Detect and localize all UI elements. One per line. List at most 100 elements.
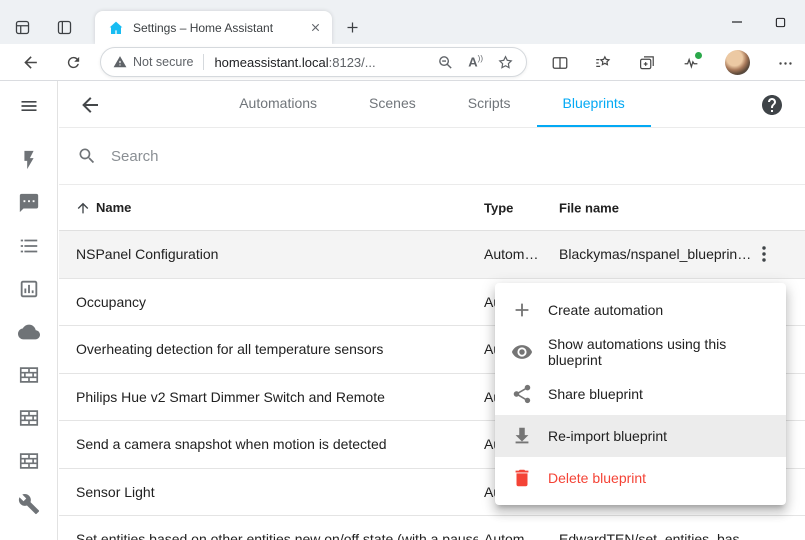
browser-titlebar: Settings – Home Assistant: [0, 0, 805, 44]
ha-back-button[interactable]: [78, 93, 102, 117]
dots-vertical-icon: [753, 243, 777, 265]
sidebar-item-tools[interactable]: [17, 492, 41, 516]
tab-title: Settings – Home Assistant: [133, 21, 306, 35]
menu-item-label: Show automations using this blueprint: [548, 336, 770, 368]
column-header-type[interactable]: Type: [484, 200, 513, 215]
sidebar-item-history[interactable]: [17, 277, 41, 301]
browser-back-button[interactable]: [16, 48, 45, 77]
sidebar-item-cloud[interactable]: [17, 320, 41, 344]
help-button[interactable]: [760, 93, 784, 117]
new-tab-icon: [345, 20, 360, 35]
nav-tabs: Automations Scenes Scripts Blueprints: [213, 81, 651, 127]
tab-scripts[interactable]: Scripts: [442, 81, 537, 127]
site-security-chip[interactable]: Not secure: [113, 55, 193, 69]
wrench-icon: [18, 493, 40, 515]
list-icon: [18, 235, 40, 257]
search-icon: [77, 146, 97, 166]
assist-icon: [18, 192, 40, 214]
row-name: Philips Hue v2 Smart Dimmer Switch and R…: [76, 389, 385, 405]
menu-item-label: Delete blueprint: [548, 470, 646, 486]
tab-label: Scenes: [369, 95, 416, 111]
column-header-file[interactable]: File name: [559, 200, 619, 215]
read-aloud-button[interactable]: A)): [468, 54, 483, 69]
energy-icon: [18, 149, 40, 171]
search-input[interactable]: [111, 148, 805, 165]
column-label: Name: [96, 200, 131, 215]
address-divider: [203, 54, 204, 70]
wall-icon: [18, 364, 40, 386]
tab-actions-button[interactable]: [50, 13, 78, 41]
column-header-name[interactable]: Name: [75, 200, 131, 216]
back-icon: [21, 53, 40, 72]
row-name: Overheating detection for all temperatur…: [76, 341, 383, 357]
table-row[interactable]: NSPanel Configuration Autom… Blackymas/n…: [59, 231, 805, 279]
row-name: Send a camera snapshot when motion is de…: [76, 436, 387, 452]
row-type: Autom…: [484, 246, 538, 262]
delete-icon: [511, 467, 533, 489]
browser-menu-button[interactable]: [770, 48, 800, 78]
sidebar-item-lists[interactable]: [17, 234, 41, 258]
favorite-star-button[interactable]: [497, 54, 514, 71]
url-host: homeassistant.local: [214, 55, 328, 70]
sidebar-item-wall-1[interactable]: [17, 363, 41, 387]
menu-item-share-blueprint[interactable]: Share blueprint: [495, 373, 786, 415]
menu-item-label: Re-import blueprint: [548, 428, 667, 444]
zoom-out-icon: [437, 54, 454, 71]
more-icon: [777, 55, 794, 72]
favorites-button[interactable]: [588, 48, 618, 78]
wall-icon: [18, 450, 40, 472]
tab-close-button[interactable]: [306, 19, 324, 37]
menu-item-create-automation[interactable]: Create automation: [495, 289, 786, 331]
address-bar[interactable]: Not secure homeassistant.local:8123/... …: [100, 47, 527, 77]
browser-essentials-icon: [682, 54, 700, 72]
browser-toolbar: Not secure homeassistant.local:8123/... …: [0, 44, 805, 81]
tab-label: Automations: [239, 95, 317, 111]
warning-icon: [113, 55, 127, 69]
table-header: Name Type File name: [59, 185, 805, 231]
blueprint-context-menu: Create automation Show automations using…: [495, 283, 786, 505]
profile-avatar[interactable]: [725, 50, 750, 75]
minimize-icon: [731, 16, 743, 28]
sidebar-item-wall-3[interactable]: [17, 449, 41, 473]
search-bar: [59, 128, 805, 185]
collections-button[interactable]: [632, 48, 662, 78]
essentials-status-dot: [694, 51, 703, 60]
split-screen-button[interactable]: [545, 48, 575, 78]
wall-icon: [18, 407, 40, 429]
page-header: Automations Scenes Scripts Blueprints: [59, 81, 805, 128]
ha-favicon: [108, 20, 124, 36]
cloud-icon: [18, 321, 40, 343]
window-maximize-button[interactable]: [764, 7, 796, 37]
row-overflow-menu-button[interactable]: [753, 242, 777, 266]
read-aloud-icon: A)): [468, 54, 483, 69]
menu-item-label: Share blueprint: [548, 386, 643, 402]
window-minimize-button[interactable]: [721, 7, 753, 37]
url-text: homeassistant.local:8123/...: [214, 55, 375, 70]
browser-tab[interactable]: Settings – Home Assistant: [95, 11, 332, 44]
sidebar-item-energy[interactable]: [17, 148, 41, 172]
download-icon: [511, 425, 533, 447]
plus-icon: [511, 299, 533, 321]
sidebar-item-assist[interactable]: [17, 191, 41, 215]
url-path: :8123/...: [329, 55, 376, 70]
workspaces-icon: [14, 19, 31, 36]
zoom-out-indicator-button[interactable]: [437, 54, 454, 71]
tab-automations[interactable]: Automations: [213, 81, 343, 127]
new-tab-button[interactable]: [338, 13, 366, 41]
vertical-tabs-icon: [56, 19, 73, 36]
menu-item-delete-blueprint[interactable]: Delete blueprint: [495, 457, 786, 499]
sidebar-menu-button[interactable]: [17, 94, 41, 118]
row-name: NSPanel Configuration: [76, 246, 218, 262]
workspaces-button[interactable]: [8, 13, 36, 41]
browser-refresh-button[interactable]: [59, 48, 88, 77]
menu-item-reimport-blueprint[interactable]: Re-import blueprint: [495, 415, 786, 457]
sidebar-rail: [0, 81, 58, 540]
sidebar-item-wall-2[interactable]: [17, 406, 41, 430]
tab-label: Blueprints: [563, 95, 625, 111]
menu-item-show-automations[interactable]: Show automations using this blueprint: [495, 331, 786, 373]
row-file: EdwardTEN/set_entities_bas…: [559, 531, 754, 540]
table-row[interactable]: Set entities based on other entities new…: [59, 516, 805, 540]
tab-scenes[interactable]: Scenes: [343, 81, 442, 127]
browser-essentials-button[interactable]: [676, 48, 706, 78]
tab-blueprints[interactable]: Blueprints: [537, 81, 651, 127]
